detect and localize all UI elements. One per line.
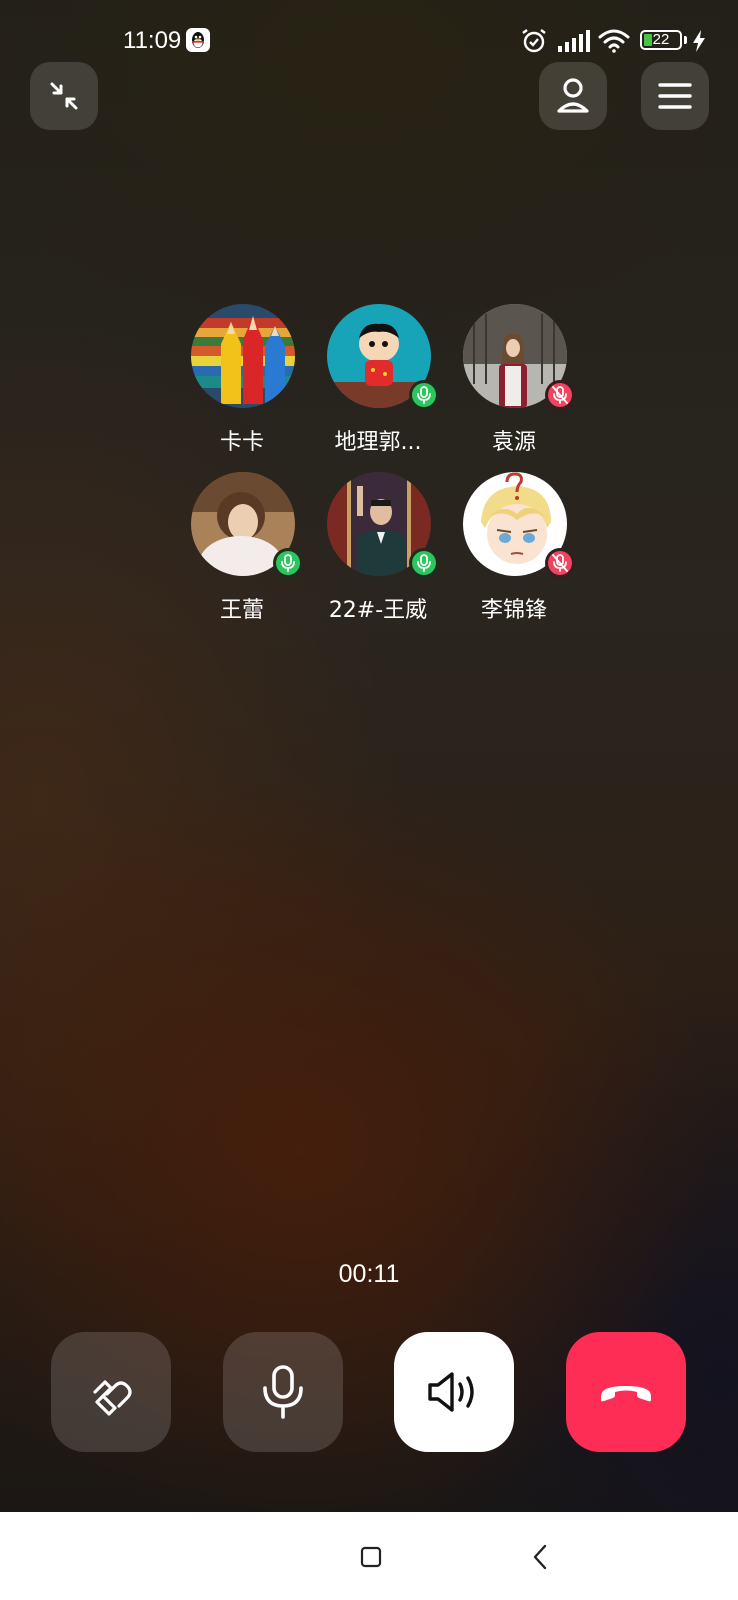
call-duration: 00:11 xyxy=(338,1260,400,1288)
add-participant-button[interactable] xyxy=(539,62,607,130)
hang-up-icon xyxy=(601,1386,651,1402)
participant-name: 袁源 xyxy=(491,430,536,455)
mic-on-badge xyxy=(273,548,303,578)
avatar xyxy=(191,304,295,408)
status-time: 11:09 xyxy=(123,27,182,54)
microphone-icon xyxy=(417,554,431,572)
microphone-icon xyxy=(281,554,295,572)
microphone-icon xyxy=(417,386,431,404)
person-icon xyxy=(557,78,589,113)
back-icon[interactable] xyxy=(532,1544,548,1574)
hang-up-button[interactable] xyxy=(566,1332,686,1452)
participant-name: 地理郭... xyxy=(334,430,422,455)
menu-icon xyxy=(658,83,692,109)
speaker-button[interactable] xyxy=(394,1332,514,1452)
participant-name: 李锦锋 xyxy=(480,598,547,623)
navigation-bar xyxy=(0,1512,738,1600)
camera-flip-icon xyxy=(93,1380,132,1416)
mic-on-badge xyxy=(409,548,439,578)
menu-button[interactable] xyxy=(641,62,709,130)
charging-bolt-icon xyxy=(692,30,706,56)
wifi-icon xyxy=(598,28,630,58)
participant-name: 王蕾 xyxy=(219,598,264,623)
status-bar: 11:09 22 xyxy=(0,20,738,64)
alarm-icon xyxy=(520,27,548,59)
microphone-icon xyxy=(263,1365,303,1419)
minimize-button[interactable] xyxy=(30,62,98,130)
battery-icon: 22 xyxy=(640,30,682,50)
qq-icon xyxy=(186,28,210,52)
speaker-icon xyxy=(428,1372,474,1412)
battery-tip xyxy=(684,36,687,44)
mute-button[interactable] xyxy=(223,1332,343,1452)
mic-on-badge xyxy=(409,380,439,410)
minimize-icon xyxy=(50,82,78,110)
signal-icon xyxy=(558,30,590,56)
mic-muted-badge xyxy=(545,548,575,578)
participant-name: 22#-王威 xyxy=(328,598,428,623)
home-square-icon[interactable] xyxy=(360,1546,382,1572)
battery-percent: 22 xyxy=(652,31,670,48)
microphone-muted-icon xyxy=(552,554,568,572)
flip-camera-button[interactable] xyxy=(51,1332,171,1452)
mic-muted-badge xyxy=(545,380,575,410)
participant-name: 卡卡 xyxy=(219,430,264,455)
microphone-muted-icon xyxy=(552,386,568,404)
